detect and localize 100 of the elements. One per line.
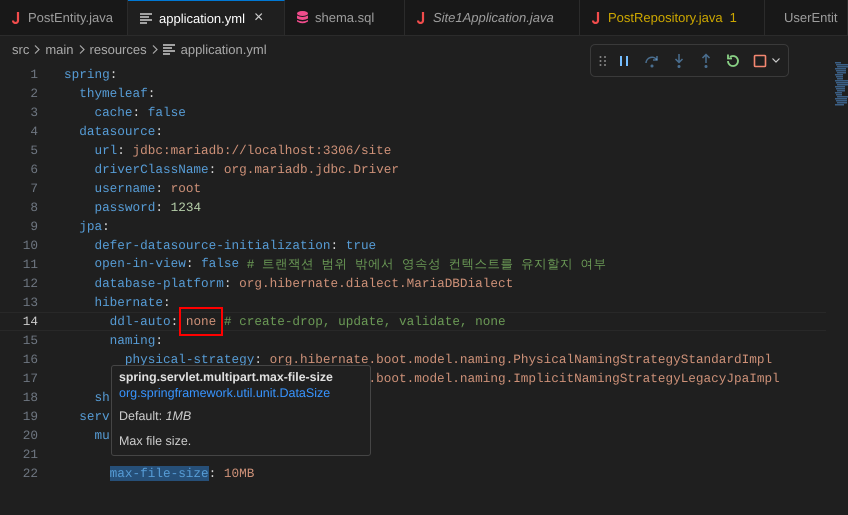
breadcrumb-item[interactable]: main <box>45 42 74 56</box>
line-number: 13 <box>22 295 38 310</box>
code-comment: # 트랜잭션 범위 밖에서 영속성 컨텍스트를 유지할지 여부 <box>246 256 607 273</box>
colon: : <box>155 181 164 196</box>
code-comment: # create-drop, update, validate, none <box>222 314 506 329</box>
tooltip-title: spring.servlet.multipart.max-file-size <box>119 370 334 384</box>
line-number: 14 <box>22 314 38 329</box>
colon: : <box>155 124 163 139</box>
grip-icon[interactable] <box>599 54 607 66</box>
editor-tab[interactable]: PostRepository.java 1 <box>580 0 765 35</box>
line-number: 5 <box>29 143 38 158</box>
yaml-key: driverClassName <box>94 162 209 177</box>
problem-count: 1 <box>730 10 737 25</box>
line-number: 20 <box>22 428 38 443</box>
colon: : <box>110 67 118 82</box>
lines-file-icon <box>140 12 152 24</box>
colon: : <box>132 105 142 120</box>
line-number: 11 <box>22 257 38 272</box>
caret-icon[interactable] <box>772 58 780 63</box>
yaml-value: 1234 <box>170 200 202 215</box>
lines-file-icon <box>162 44 175 54</box>
yaml-key: naming <box>110 333 156 348</box>
colon: : <box>155 200 164 215</box>
stop-icon[interactable] <box>752 52 768 68</box>
yaml-value: org.mariadb.jdbc.Driver <box>224 162 400 177</box>
yaml-key: jpa <box>79 219 102 234</box>
line-number: 19 <box>22 409 38 424</box>
line-number: 16 <box>22 352 38 367</box>
editor-tab[interactable]: application.yml × <box>128 0 285 35</box>
yaml-key: url <box>94 143 118 158</box>
editor-tab[interactable]: Site1Application.java <box>405 0 580 35</box>
default-value-text: Default: 1MB <box>119 409 192 423</box>
java-file-icon <box>592 12 601 24</box>
line-number: 12 <box>22 276 38 291</box>
yaml-value: true <box>346 238 376 253</box>
yaml-value: .boot.model.naming.ImplicitNamingStrategyLegacyJpaImpl <box>368 371 780 386</box>
yaml-value: org.hibernate.dialect.MariaDBDialect <box>239 276 514 291</box>
yaml-value: root <box>170 181 202 196</box>
minimap-drawing <box>834 62 848 106</box>
line-number: 2 <box>29 86 38 101</box>
line-number: 10 <box>22 238 38 253</box>
breadcrumb-item[interactable]: application.yml <box>180 42 267 56</box>
line-number: 18 <box>22 390 38 405</box>
yaml-key: password <box>94 200 156 215</box>
java-file-icon <box>417 12 426 24</box>
colon: : <box>208 162 218 177</box>
line-number: 4 <box>29 124 38 139</box>
yaml-key: ddl-auto <box>110 314 171 329</box>
yaml-key: spring <box>64 67 110 82</box>
line-number: 7 <box>29 181 38 196</box>
colon: : <box>186 256 194 273</box>
line-number: 3 <box>29 105 38 120</box>
yaml-key: thymeleaf <box>79 86 148 101</box>
editor-tab[interactable]: UserEntit <box>765 0 848 35</box>
line-number: 17 <box>22 371 38 386</box>
colon: : <box>102 219 110 234</box>
colon: : <box>117 143 126 158</box>
java-file-icon <box>12 12 21 24</box>
yaml-key: defer-datasource-initialization <box>94 238 330 253</box>
colon: : <box>208 466 218 481</box>
colon: : <box>155 333 163 348</box>
tooltip-description: Max file size. <box>119 434 192 448</box>
yaml-key: serv <box>79 409 110 424</box>
colon: : <box>148 86 156 101</box>
yaml-value: jdbc:mariadb://localhost:3306/site <box>132 143 392 158</box>
chevron-right-icon <box>34 44 40 54</box>
yaml-key: datasource <box>79 124 156 139</box>
type-link[interactable]: org.springframework.util.unit.DataSize <box>119 386 363 400</box>
colon: : <box>170 314 180 329</box>
line-number: 9 <box>29 219 38 234</box>
breadcrumb-item[interactable]: src <box>12 42 30 56</box>
restart-icon[interactable] <box>725 52 741 68</box>
editor-tab[interactable]: shema.sql <box>285 0 405 35</box>
yaml-key: max-file-size <box>110 466 209 481</box>
colon: : <box>224 276 233 291</box>
yaml-value: org.hibernate.boot.model.naming.PhysicalNamingStrategyStandardImpl <box>270 352 772 367</box>
chevron-right-icon <box>78 44 85 54</box>
yaml-key: sh <box>94 390 110 405</box>
colon: : <box>330 238 340 253</box>
yaml-key: cache <box>94 105 133 120</box>
yaml-value: false <box>148 105 186 120</box>
chevron-right-icon <box>152 44 158 54</box>
yaml-value: 10MB <box>224 466 254 481</box>
yaml-key: mu <box>94 428 110 443</box>
yaml-key: username <box>94 181 156 196</box>
line-number: 8 <box>29 200 38 215</box>
colon: : <box>254 352 263 367</box>
line-number: 1 <box>29 67 38 82</box>
colon: : <box>162 295 171 310</box>
close-button[interactable]: × <box>254 9 264 27</box>
line-number: 22 <box>22 466 38 481</box>
yaml-key: database-platform <box>94 276 224 291</box>
yaml-value: false <box>201 256 240 273</box>
yaml-value: none <box>186 314 216 329</box>
line-number: 15 <box>22 333 38 348</box>
yaml-key: physical-strategy <box>124 352 254 367</box>
line-number: 21 <box>22 447 38 462</box>
yaml-key: open-in-view <box>94 256 186 273</box>
database-icon <box>297 11 308 24</box>
breadcrumb-item[interactable]: resources <box>90 42 147 56</box>
